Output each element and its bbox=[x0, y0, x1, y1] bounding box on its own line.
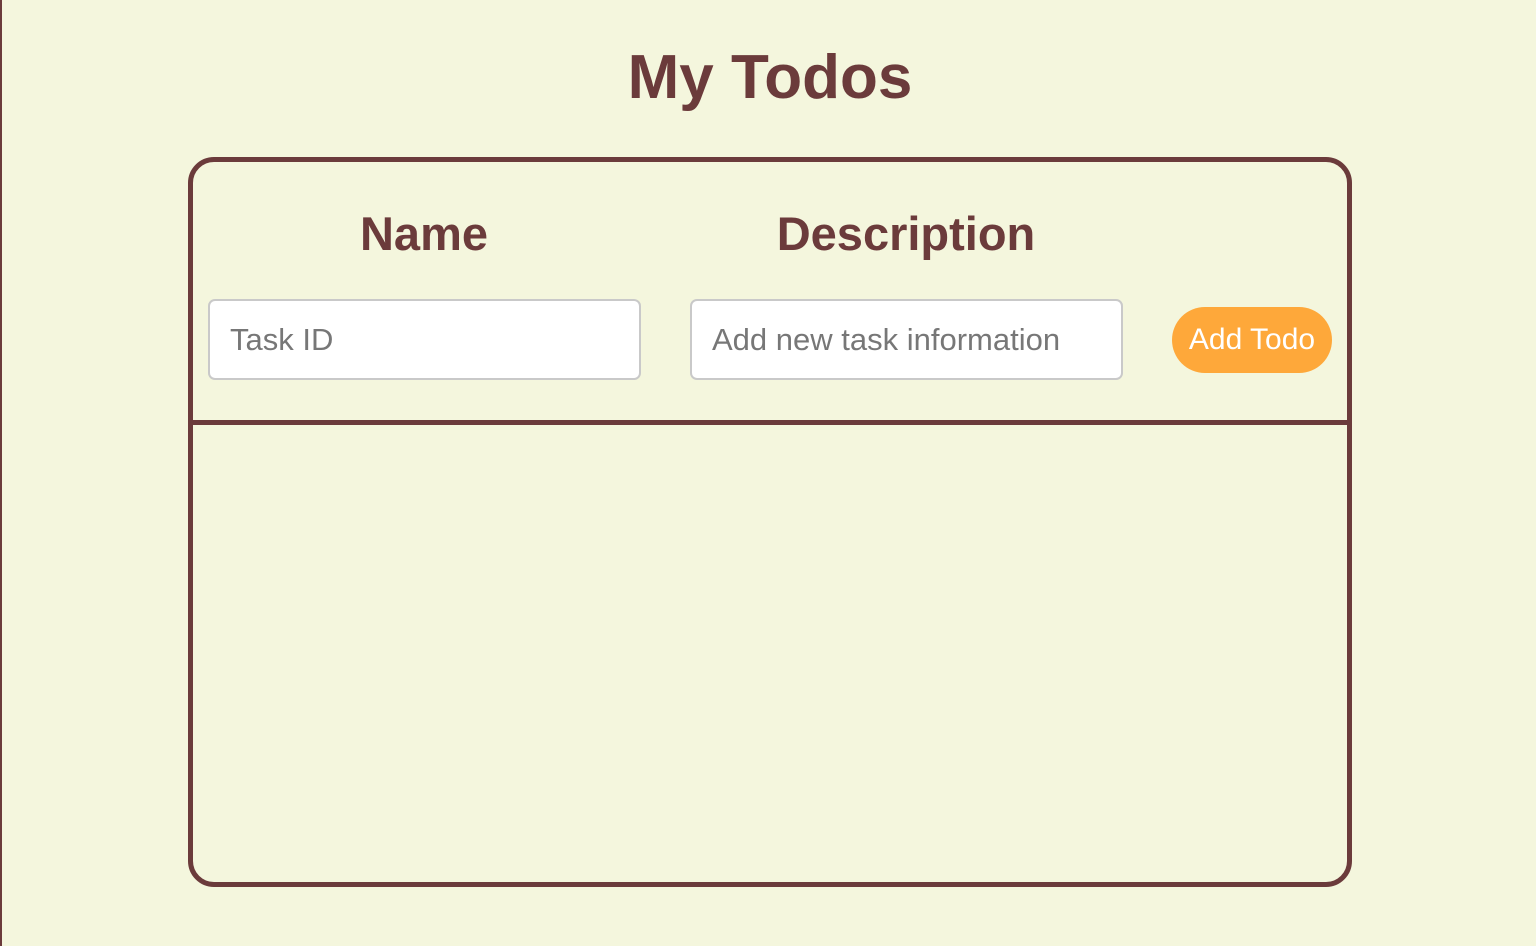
task-name-input[interactable] bbox=[208, 299, 641, 380]
left-border bbox=[0, 0, 2, 946]
add-todo-button[interactable]: Add Todo bbox=[1172, 307, 1332, 373]
name-column-header: Name bbox=[359, 207, 488, 260]
todo-list bbox=[193, 425, 1347, 882]
page-title: My Todos bbox=[627, 43, 913, 112]
task-description-input[interactable] bbox=[690, 299, 1123, 380]
todo-card: Name Description Add Todo bbox=[188, 157, 1352, 887]
description-column-header: Description bbox=[776, 207, 1036, 260]
